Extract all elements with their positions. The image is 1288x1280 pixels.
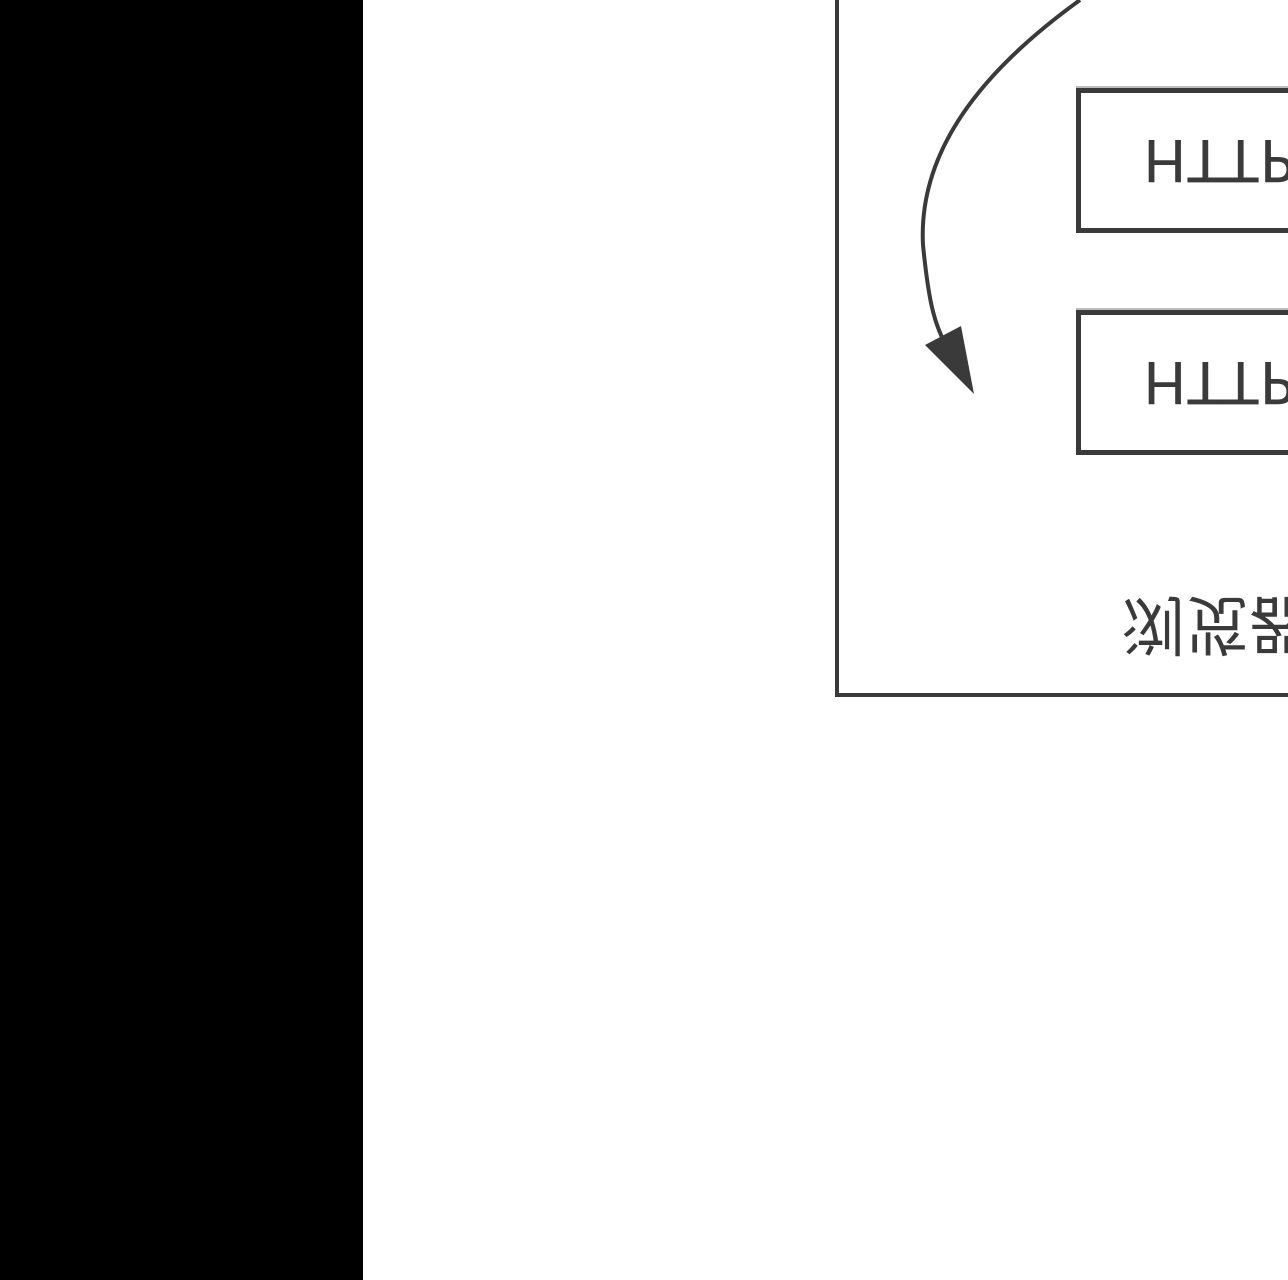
screenshot-stage: HTTP HTTP 浏览器 (0, 0, 1288, 1280)
browser-container-label: 浏览器 (1121, 586, 1288, 660)
diagram-canvas: HTTP HTTP 浏览器 (363, 0, 1288, 1280)
http-node-1: HTTP (1076, 88, 1288, 233)
left-black-bar (0, 0, 363, 1280)
http-node-1-label: HTTP (1143, 126, 1288, 194)
http-node-2: HTTP (1076, 310, 1288, 455)
http-node-2-label: HTTP (1143, 348, 1288, 416)
